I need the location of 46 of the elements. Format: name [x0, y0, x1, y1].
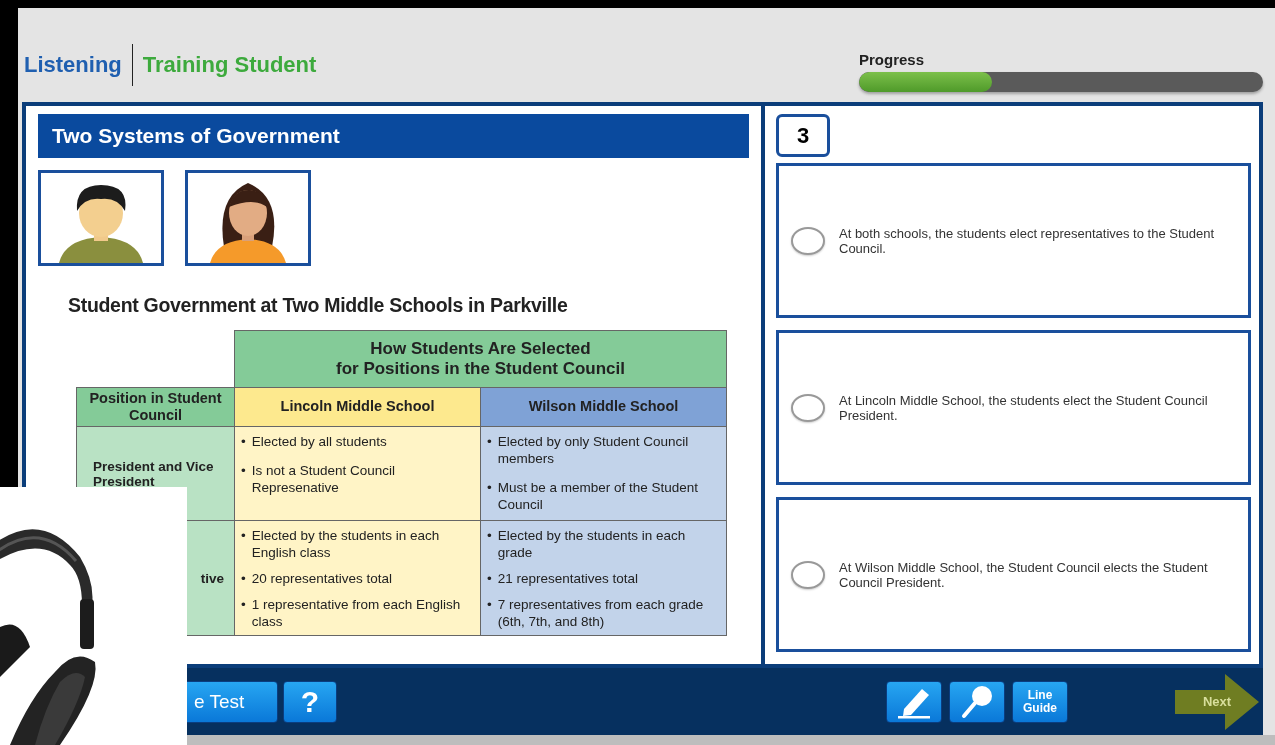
- help-button[interactable]: ?: [283, 680, 337, 723]
- answer-text: At Lincoln Middle School, the students elect the Student Council President.: [839, 392, 1209, 423]
- bullet-icon: •: [487, 570, 492, 587]
- bullet-icon: •: [487, 479, 492, 513]
- bullet-icon: •: [487, 527, 492, 561]
- bullet-icon: •: [241, 596, 246, 630]
- table-item: Must be a member of the Student Council: [497, 479, 700, 513]
- column-header: Position in Student Council: [76, 387, 235, 427]
- answer-text: At both schools, the students elect representatives to the Student Council.: [839, 225, 1216, 256]
- highlighter-button[interactable]: [886, 680, 942, 723]
- bullet-icon: •: [241, 527, 246, 561]
- bullet-icon: •: [241, 462, 246, 496]
- table-group-heading: How Students Are Selected for Positions in the Student Council: [234, 330, 727, 388]
- answer-option[interactable]: At both schools, the students elect representatives to the Student Council.: [776, 163, 1251, 319]
- column-header: Wilson Middle School: [480, 387, 727, 427]
- table-item: Elected by the students in each English class: [251, 527, 441, 561]
- answer-text: At Wilson Middle School, the Student Council elects the Student Council President.: [839, 559, 1209, 590]
- radio-button[interactable]: [791, 226, 825, 255]
- row-label: President and Vice President: [93, 458, 215, 489]
- magnifier-icon: [959, 683, 995, 720]
- answer-option[interactable]: At Wilson Middle School, the Student Council elects the Student Council President.: [776, 497, 1251, 652]
- table-item: Is not a Student Council Represenative: [251, 462, 397, 496]
- radio-button[interactable]: [791, 393, 825, 422]
- table-item: Elected by the students in each grade: [497, 527, 687, 561]
- line-guide-button[interactable]: Line Guide: [1012, 680, 1068, 723]
- table-title: Student Government at Two Middle Schools in Parkville: [68, 294, 569, 317]
- progress-label: Progress: [859, 51, 926, 68]
- magnifier-button[interactable]: [949, 680, 1005, 723]
- passage-title: Two Systems of Government: [38, 114, 749, 158]
- row-label: tive: [200, 570, 224, 586]
- bullet-icon: •: [241, 570, 246, 587]
- table-item: 1 representative from each English class: [251, 596, 462, 630]
- table-item: Elected by all students: [251, 433, 387, 450]
- bullet-icon: •: [487, 433, 492, 467]
- student-name: Training Student: [142, 52, 317, 78]
- question-number: 3: [776, 114, 830, 158]
- bullet-icon: •: [487, 596, 492, 630]
- bullet-icon: •: [241, 433, 246, 450]
- table-item: Elected by only Student Council members: [497, 433, 690, 467]
- section-title: Listening: [24, 44, 133, 86]
- table-item: 7 representatives from each grade (6th, 7th, and 8th): [497, 596, 705, 630]
- radio-button[interactable]: [791, 560, 825, 589]
- answer-option[interactable]: At Lincoln Middle School, the students elect the Student Council President.: [776, 330, 1251, 486]
- table-item: 21 representatives total: [497, 570, 639, 587]
- column-header: Lincoln Middle School: [234, 387, 481, 427]
- table-item: 20 representatives total: [251, 570, 393, 587]
